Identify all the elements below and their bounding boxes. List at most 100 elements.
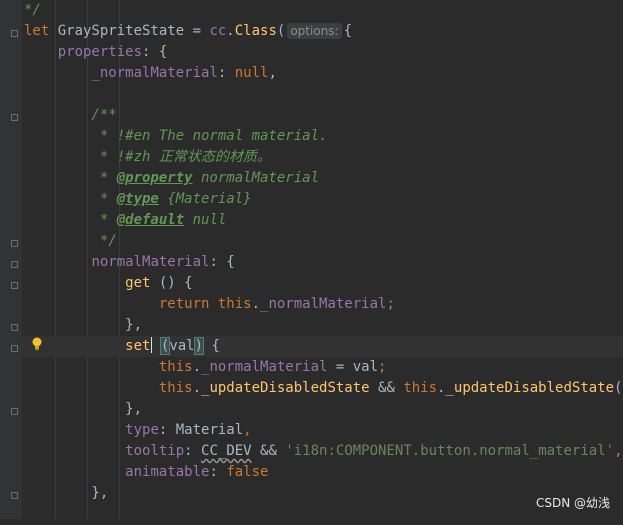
code-token: tooltip: [125, 443, 185, 459]
code-token: : Material: [158, 422, 244, 438]
code-line[interactable]: properties: {: [22, 42, 623, 63]
code-token: _updateDisabledState: [445, 380, 615, 396]
code-line[interactable]: type: Material,: [22, 420, 623, 441]
fold-marker-icon[interactable]: [11, 30, 18, 37]
code-token: set: [125, 338, 151, 354]
code-token: (: [276, 23, 286, 39]
code-line[interactable]: * @default null: [22, 210, 623, 231]
code-token: _updateDisabledState: [201, 380, 370, 396]
code-token: * !#zh 正常状态的材质。: [24, 149, 271, 165]
code-line[interactable]: tooltip: CC_DEV && 'i18n:COMPONENT.butto…: [22, 441, 623, 462]
code-token: @property: [116, 170, 193, 186]
code-token: *: [24, 191, 117, 207]
code-token: .: [192, 359, 202, 375]
code-line[interactable]: animatable: false: [22, 462, 623, 483]
code-token: return this: [158, 296, 252, 312]
code-line[interactable]: },: [22, 399, 623, 420]
code-line[interactable]: this._normalMaterial = val;: [22, 357, 623, 378]
code-token: &&: [369, 380, 404, 396]
code-line[interactable]: */: [22, 0, 623, 21]
code-token: * !#en The normal material.: [24, 128, 328, 144]
code-token: },: [24, 317, 143, 333]
code-token: ): [193, 337, 205, 355]
parameter-hint: options:: [287, 23, 342, 39]
code-editor[interactable]: */ let GraySpriteState = cc.Class(options…: [22, 0, 623, 519]
code-token: @type: [116, 191, 159, 207]
fold-marker-icon[interactable]: [11, 408, 18, 415]
code-token: : {: [142, 44, 168, 60]
code-line[interactable]: set (val) {: [22, 336, 623, 357]
code-token: .: [251, 296, 261, 312]
code-token: (): [614, 380, 623, 396]
code-token: animatable: [125, 464, 210, 480]
code-token: @default: [116, 212, 185, 228]
code-line[interactable]: */: [22, 231, 623, 252]
code-token: /**: [24, 107, 117, 123]
code-token: ,: [614, 443, 623, 459]
code-token: let: [24, 23, 58, 39]
fold-marker-icon[interactable]: [11, 261, 18, 268]
code-line[interactable]: * @property normalMaterial: [22, 168, 623, 189]
code-line[interactable]: * @type {Material}: [22, 189, 623, 210]
code-line[interactable]: },: [22, 315, 623, 336]
code-token: false: [226, 464, 269, 480]
code-line[interactable]: [22, 84, 623, 105]
code-line[interactable]: this._updateDisabledState && this._updat…: [22, 378, 623, 399]
fold-marker-icon[interactable]: [11, 324, 18, 331]
code-line[interactable]: /**: [22, 105, 623, 126]
code-token: *: [24, 170, 117, 186]
code-token: normalMaterial: [192, 170, 320, 186]
lightbulb-icon[interactable]: [31, 337, 43, 351]
fold-marker-icon[interactable]: [11, 114, 18, 121]
code-line[interactable]: _normalMaterial: null,: [22, 63, 623, 84]
code-token: {: [203, 338, 220, 354]
code-line[interactable]: normalMaterial: {: [22, 252, 623, 273]
code-token: type: [125, 422, 159, 438]
code-token: CC_DEV: [201, 443, 252, 459]
code-token: this: [403, 380, 438, 396]
code-token: _normalMaterial: [201, 359, 328, 375]
code-token: normalMaterial: [91, 254, 210, 270]
fold-marker-icon[interactable]: [11, 345, 18, 352]
code-line[interactable]: return this._normalMaterial;: [22, 294, 623, 315]
code-token: &&: [251, 443, 286, 459]
code-token: ,: [268, 65, 277, 81]
code-token: */: [24, 2, 41, 18]
watermark: CSDN @幼浅: [535, 496, 610, 510]
code-token: *: [24, 212, 117, 228]
code-token: : {: [209, 254, 235, 270]
code-token: Class: [234, 23, 277, 39]
fold-marker-icon[interactable]: [11, 240, 18, 247]
code-token: properties: [57, 44, 143, 60]
fold-marker-icon[interactable]: [11, 282, 18, 289]
code-token: },: [24, 401, 143, 417]
code-line[interactable]: [22, 504, 623, 525]
code-token: ;: [386, 296, 395, 312]
code-token: :: [209, 464, 227, 480]
code-line[interactable]: let GraySpriteState = cc.Class(options:{: [22, 21, 623, 42]
code-token: ;: [378, 359, 387, 375]
code-line[interactable]: * !#zh 正常状态的材质。: [22, 147, 623, 168]
editor-gutter: [0, 0, 22, 519]
code-token: GraySpriteState =: [57, 23, 210, 39]
code-token: :: [217, 65, 235, 81]
code-token: () {: [150, 275, 193, 291]
code-token: = val: [327, 359, 379, 375]
code-token: .: [226, 23, 235, 39]
code-line[interactable]: get () {: [22, 273, 623, 294]
code-line[interactable]: * !#en The normal material.: [22, 126, 623, 147]
fold-marker-icon[interactable]: [11, 492, 18, 499]
code-line[interactable]: },: [22, 483, 623, 504]
code-token: {Material}: [158, 191, 252, 207]
